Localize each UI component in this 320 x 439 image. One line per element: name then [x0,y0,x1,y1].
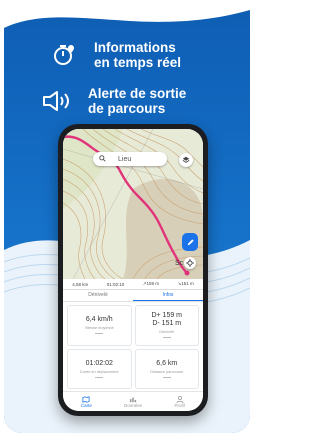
divider [162,376,171,378]
divider [95,376,104,378]
phone-mockup: Sc Lieu 4,58 km 01:02:10 ↗159 m ↘151 m D… [58,124,208,416]
info-cell-average-speed: 6,4 km/h Vitesse moyenne [67,305,132,346]
moving-time-value: 01:02:02 [85,359,113,367]
distance-label: Distance parcourue [150,369,184,374]
feature-1-line-2: en temps réel [94,55,182,70]
stat-distance: 4,58 km [72,281,89,287]
feature-realtime-info: Informations en temps réel [46,40,181,70]
nav-profile-label: Profil [174,403,185,408]
search-placeholder: Lieu [118,155,132,163]
map-icon [82,396,90,403]
stat-duration: 01:02:10 [106,281,125,287]
tab-info[interactable]: Infos [133,290,203,301]
nav-map-label: Carte [80,403,92,408]
person-icon [176,396,184,403]
info-cell-moving-time: 01:02:02 Durée en déplacement [67,348,132,389]
crosshair-icon [186,259,194,267]
average-speed-label: Vitesse moyenne [84,326,114,331]
timer-location-icon [46,40,80,70]
pencil-icon [187,238,194,245]
layers-button[interactable] [179,153,193,167]
tab-elevation[interactable]: Dénivelé [63,290,133,301]
edit-route-button[interactable] [182,233,198,251]
nav-data-label: Données [124,403,143,408]
phone-screen: Sc Lieu 4,58 km 01:02:10 ↗159 m ↘151 m D… [63,129,203,411]
average-speed-value: 6,4 km/h [85,316,113,324]
stat-descent: ↘151 m [177,281,194,286]
locate-button[interactable] [184,257,196,269]
track-stats-bar: 4,58 km 01:02:10 ↗159 m ↘151 m [63,279,203,290]
nav-data[interactable]: Données [110,392,157,411]
bottom-navigation: Carte Données Profil [63,391,203,411]
nav-profile[interactable]: Profil [156,392,203,411]
divider [95,333,104,335]
nav-map[interactable]: Carte [63,392,110,411]
info-cell-distance: 6,6 km Distance parcourue [134,348,199,389]
tab-bar: Dénivelé Infos [63,290,203,302]
info-cell-elevation: D+ 159 m D- 151 m Dénivelé [134,305,199,346]
stat-ascent: ↗159 m [142,281,159,286]
search-icon [99,154,106,164]
distance-value: 6,6 km [156,359,178,367]
layers-icon [182,156,190,163]
feature-2-line-1: Alerte de sortie [88,86,187,101]
speaker-icon [40,86,74,116]
search-bar[interactable]: Lieu [93,152,167,166]
chart-icon [129,397,137,403]
feature-route-alert: Alerte de sortie de parcours [40,86,186,116]
feature-1-line-1: Informations [94,40,176,55]
elevation-value: D+ 159 m D- 151 m [151,312,183,328]
map-place-label: Sc [175,260,184,267]
elevation-label: Dénivelé [159,330,175,335]
info-grid: 6,4 km/h Vitesse moyenne D+ 159 m D- 151… [67,305,199,389]
feature-2-line-2: de parcours [88,101,166,116]
divider [162,337,171,339]
moving-time-label: Durée en déplacement [80,369,119,374]
